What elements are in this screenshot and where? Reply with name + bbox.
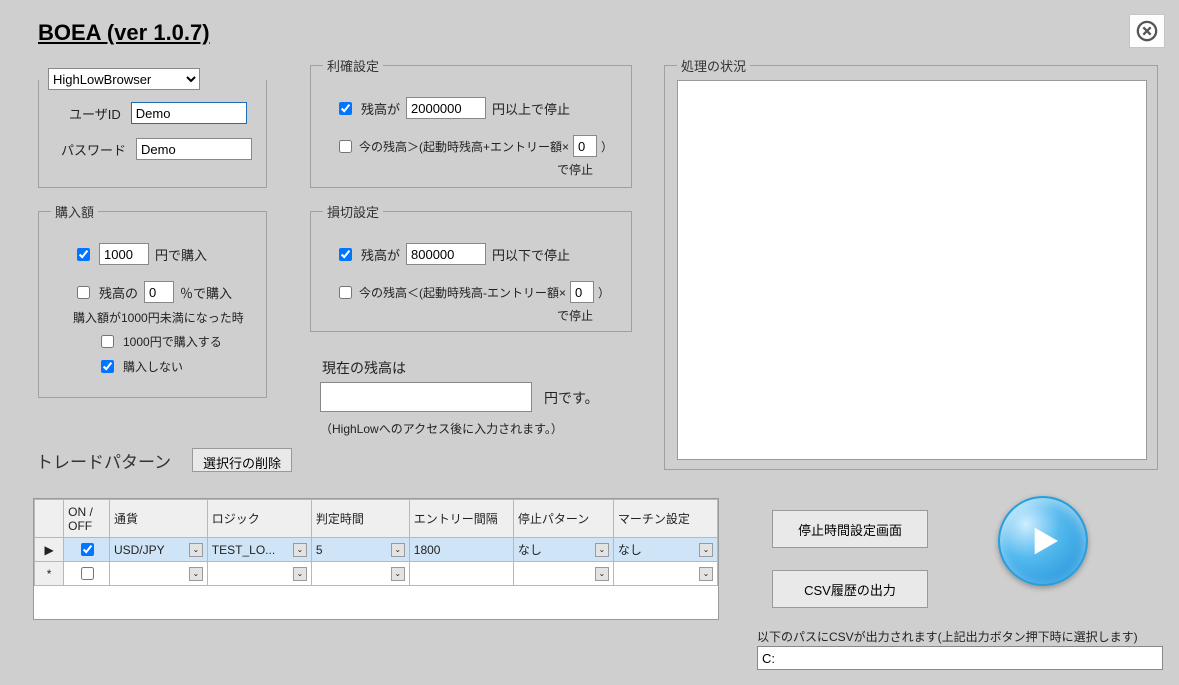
grid-cell-dropdown[interactable]: TEST_LO...⌄ bbox=[212, 543, 307, 557]
profit-group: 利確設定 残高が 円以上で停止 今の残高＞(起動時残高+エントリー額× ） で停… bbox=[310, 56, 632, 188]
profit-calc-prefix: 今の残高＞(起動時残高+エントリー額× bbox=[359, 138, 569, 155]
row-marker[interactable]: ▶ bbox=[35, 538, 64, 562]
play-icon bbox=[1023, 521, 1063, 561]
chevron-down-icon: ⌄ bbox=[293, 567, 307, 581]
amount-legend: 購入額 bbox=[51, 202, 98, 221]
pattern-label: トレードパターン bbox=[36, 448, 171, 473]
chevron-down-icon: ⌄ bbox=[391, 567, 405, 581]
chevron-down-icon: ⌄ bbox=[699, 567, 713, 581]
loss-balance-checkbox[interactable] bbox=[339, 248, 352, 261]
row-marker[interactable]: * bbox=[35, 562, 64, 586]
loss-legend: 損切設定 bbox=[323, 202, 383, 221]
profit-balance-input[interactable] bbox=[406, 97, 486, 119]
csv-path-input[interactable] bbox=[757, 646, 1163, 670]
profit-calc-input[interactable] bbox=[573, 135, 597, 157]
col-martin[interactable]: マーチン設定 bbox=[613, 500, 717, 538]
col-currency[interactable]: 通貨 bbox=[109, 500, 207, 538]
close-button[interactable] bbox=[1129, 14, 1165, 48]
loss-calc-input[interactable] bbox=[570, 281, 594, 303]
balance-label: 現在の残高は bbox=[322, 358, 406, 378]
amount-fixed-input[interactable] bbox=[99, 243, 149, 265]
row-interval[interactable]: 1800 bbox=[409, 538, 513, 562]
row-interval[interactable] bbox=[409, 562, 513, 586]
grid-cell-dropdown[interactable]: なし⌄ bbox=[518, 541, 609, 558]
close-icon bbox=[1136, 20, 1158, 42]
balance-suffix: 円です。 bbox=[544, 388, 599, 408]
row-on-checkbox[interactable] bbox=[81, 567, 94, 580]
loss-balance-suffix: 円以下で停止 bbox=[492, 245, 570, 264]
grid-cell-dropdown[interactable]: ⌄ bbox=[114, 567, 203, 581]
amount-fallback-1000-checkbox[interactable] bbox=[101, 335, 114, 348]
loss-calc-prefix: 今の残高＜(起動時残高-エントリー額× bbox=[359, 284, 566, 301]
delete-row-button[interactable]: 選択行の削除 bbox=[192, 448, 292, 472]
chevron-down-icon: ⌄ bbox=[189, 543, 203, 557]
grid-cell-dropdown[interactable]: ⌄ bbox=[316, 567, 405, 581]
status-legend: 処理の状況 bbox=[677, 56, 750, 75]
profit-balance-checkbox[interactable] bbox=[339, 102, 352, 115]
chevron-down-icon: ⌄ bbox=[391, 543, 405, 557]
user-id-label: ユーザID bbox=[69, 104, 121, 123]
row-on-checkbox[interactable] bbox=[81, 543, 94, 556]
grid-cell-dropdown[interactable]: 5⌄ bbox=[316, 543, 405, 557]
csv-note: 以下のパスにCSVが出力されます(上記出力ボタン押下時に選択します) bbox=[757, 628, 1138, 645]
loss-balance-input[interactable] bbox=[406, 243, 486, 265]
amount-group: 購入額 円で購入 残高の ％で購入 購入額が1000円未満になった時 1000円… bbox=[38, 202, 267, 398]
password-label: パスワード bbox=[61, 140, 126, 159]
col-logic[interactable]: ロジック bbox=[207, 500, 311, 538]
profit-balance-suffix: 円以上で停止 bbox=[492, 99, 570, 118]
amount-pct-prefix: 残高の bbox=[99, 283, 138, 302]
profit-legend: 利確設定 bbox=[323, 56, 383, 75]
balance-note: （HighLowへのアクセス後に入力されます。） bbox=[320, 420, 563, 437]
profit-calc-suffix1: ） bbox=[601, 138, 613, 155]
col-onoff[interactable]: ON / OFF bbox=[64, 500, 110, 538]
pattern-grid[interactable]: ON / OFF 通貨 ロジック 判定時間 エントリー間隔 停止パターン マーチ… bbox=[33, 498, 719, 620]
amount-fallback-none-checkbox[interactable] bbox=[101, 360, 114, 373]
loss-group: 損切設定 残高が 円以下で停止 今の残高＜(起動時残高-エントリー額× ） で停… bbox=[310, 202, 632, 332]
loss-calc-suffix1: ） bbox=[598, 284, 610, 301]
amount-fallback-1000-label: 1000円で購入する bbox=[123, 333, 222, 350]
grid-corner bbox=[35, 500, 64, 538]
chevron-down-icon: ⌄ bbox=[595, 567, 609, 581]
play-button[interactable] bbox=[998, 496, 1088, 586]
status-log-box bbox=[677, 80, 1147, 460]
grid-cell-dropdown[interactable]: USD/JPY⌄ bbox=[114, 543, 203, 557]
chevron-down-icon: ⌄ bbox=[595, 543, 609, 557]
grid-cell-dropdown[interactable]: ⌄ bbox=[618, 567, 713, 581]
col-time[interactable]: 判定時間 bbox=[311, 500, 409, 538]
password-input[interactable] bbox=[136, 138, 252, 160]
col-stop[interactable]: 停止パターン bbox=[513, 500, 613, 538]
user-id-input[interactable] bbox=[131, 102, 247, 124]
app-title: BOEA (ver 1.0.7) bbox=[38, 20, 210, 46]
balance-input[interactable] bbox=[320, 382, 532, 412]
amount-fixed-checkbox[interactable] bbox=[77, 248, 90, 261]
chevron-down-icon: ⌄ bbox=[699, 543, 713, 557]
login-group: ユーザID パスワード bbox=[38, 80, 267, 188]
loss-balance-prefix: 残高が bbox=[361, 245, 400, 264]
amount-fixed-suffix: 円で購入 bbox=[155, 245, 207, 264]
csv-export-button[interactable]: CSV履歴の出力 bbox=[772, 570, 928, 608]
amount-pct-suffix: ％で購入 bbox=[180, 283, 232, 302]
amount-fallback-label: 購入額が1000円未満になった時 bbox=[73, 309, 254, 326]
grid-cell-dropdown[interactable]: ⌄ bbox=[212, 567, 307, 581]
grid-cell-dropdown[interactable]: なし⌄ bbox=[618, 541, 713, 558]
profit-calc-checkbox[interactable] bbox=[339, 140, 352, 153]
amount-pct-input[interactable] bbox=[144, 281, 174, 303]
grid-cell-dropdown[interactable]: ⌄ bbox=[518, 567, 609, 581]
chevron-down-icon: ⌄ bbox=[293, 543, 307, 557]
amount-pct-checkbox[interactable] bbox=[77, 286, 90, 299]
chevron-down-icon: ⌄ bbox=[189, 567, 203, 581]
stop-time-button[interactable]: 停止時間設定画面 bbox=[772, 510, 928, 548]
amount-fallback-none-label: 購入しない bbox=[123, 358, 183, 375]
col-interval[interactable]: エントリー間隔 bbox=[409, 500, 513, 538]
loss-calc-checkbox[interactable] bbox=[339, 286, 352, 299]
profit-calc-suffix2: で停止 bbox=[323, 161, 593, 178]
profit-balance-prefix: 残高が bbox=[361, 99, 400, 118]
loss-calc-suffix2: で停止 bbox=[323, 307, 593, 324]
